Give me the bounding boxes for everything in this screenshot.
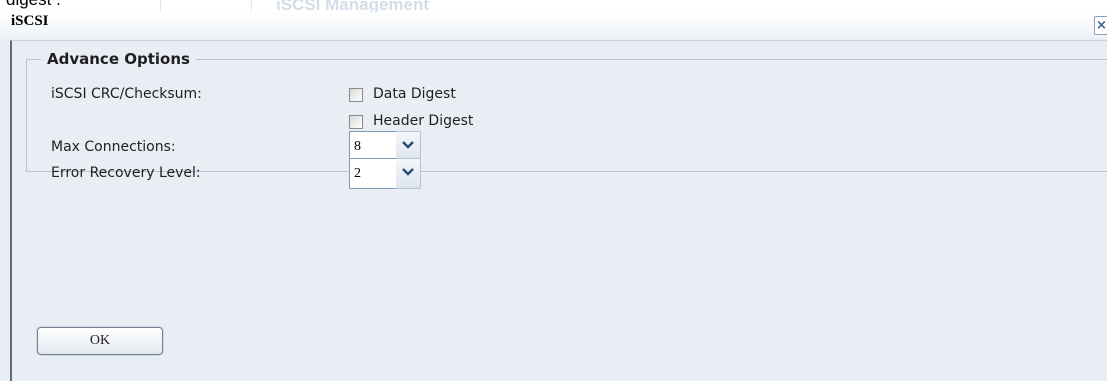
close-button[interactable]: × [1094, 16, 1107, 35]
crc-checksum-label: iSCSI CRC/Checksum: [51, 86, 202, 102]
error-recovery-value[interactable]: 2 [349, 158, 400, 189]
close-icon: × [1096, 18, 1107, 33]
header-digest-checkbox[interactable] [349, 115, 363, 129]
error-recovery-select[interactable]: 2 [349, 158, 421, 189]
chevron-down-icon [402, 141, 414, 149]
data-digest-checkbox[interactable] [349, 88, 363, 102]
max-connections-label: Max Connections: [51, 139, 176, 155]
chevron-down-icon [402, 168, 414, 176]
advance-options-legend: Advance Options [47, 50, 190, 68]
dialog-titlebar[interactable]: iSCSI × [0, 12, 1107, 38]
error-recovery-label: Error Recovery Level: [51, 165, 201, 181]
header-digest-label[interactable]: Header Digest [373, 113, 473, 129]
error-recovery-dropdown-button[interactable] [396, 158, 421, 189]
advance-options-group: Advance Options iSCSI CRC/Checksum: Data… [26, 50, 1107, 189]
iscsi-dialog: iSCSI × Advance Options iSCSI CRC/Checks… [0, 12, 1107, 381]
background-page-text: digest . [6, 0, 61, 8]
dialog-title: iSCSI [11, 13, 49, 29]
dialog-body: Advance Options iSCSI CRC/Checksum: Data… [10, 40, 1107, 381]
ok-button[interactable]: OK [37, 327, 163, 355]
data-digest-label[interactable]: Data Digest [373, 86, 456, 102]
